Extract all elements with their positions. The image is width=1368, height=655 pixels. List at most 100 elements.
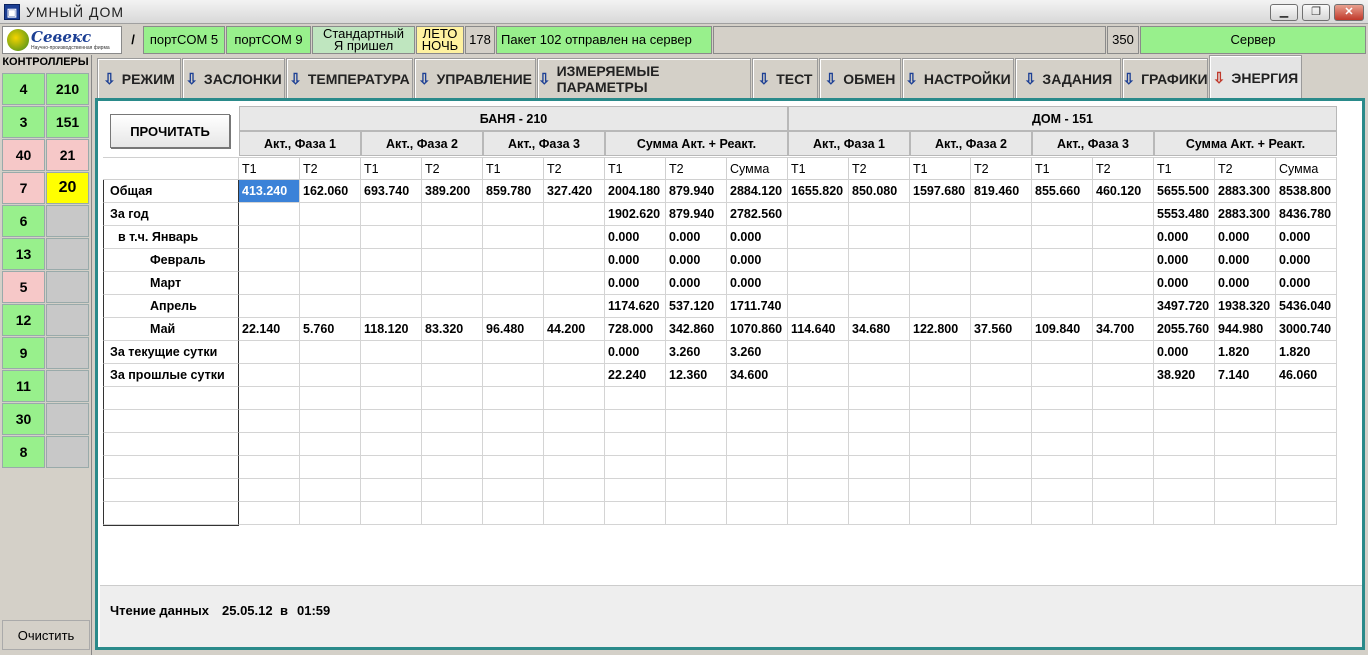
table-cell[interactable] xyxy=(300,456,361,479)
controller-row[interactable]: 3 151 xyxy=(2,106,90,138)
read-button[interactable]: ПРОЧИТАТЬ xyxy=(110,114,230,148)
table-cell[interactable]: 109.840 xyxy=(1032,318,1093,341)
table-cell[interactable] xyxy=(544,433,605,456)
table-cell[interactable] xyxy=(239,479,300,502)
table-cell[interactable] xyxy=(422,433,483,456)
table-cell[interactable] xyxy=(971,479,1032,502)
table-cell[interactable] xyxy=(1032,295,1093,318)
table-cell[interactable]: 96.480 xyxy=(483,318,544,341)
table-cell[interactable] xyxy=(1215,456,1276,479)
table-cell[interactable]: 38.920 xyxy=(1154,364,1215,387)
table-cell[interactable]: 0.000 xyxy=(727,272,788,295)
table-cell[interactable] xyxy=(422,479,483,502)
tab-9[interactable]: ⇩ ЗАДАНИЯ xyxy=(1015,58,1121,98)
table-cell[interactable] xyxy=(788,410,849,433)
table-cell[interactable] xyxy=(849,203,910,226)
table-cell[interactable] xyxy=(666,479,727,502)
table-cell[interactable]: 0.000 xyxy=(1154,341,1215,364)
table-cell[interactable] xyxy=(300,226,361,249)
table-cell[interactable]: 1711.740 xyxy=(727,295,788,318)
table-cell[interactable] xyxy=(422,226,483,249)
table-cell[interactable] xyxy=(544,364,605,387)
table-cell[interactable]: 22.140 xyxy=(239,318,300,341)
table-cell[interactable] xyxy=(910,502,971,525)
table-cell[interactable]: 879.940 xyxy=(666,203,727,226)
table-cell[interactable] xyxy=(239,433,300,456)
table-cell[interactable] xyxy=(971,433,1032,456)
controller-row[interactable]: 13 xyxy=(2,238,90,270)
table-cell[interactable] xyxy=(483,295,544,318)
table-cell[interactable]: 327.420 xyxy=(544,180,605,203)
table-cell[interactable] xyxy=(910,433,971,456)
table-cell[interactable] xyxy=(1032,479,1093,502)
table-cell[interactable] xyxy=(727,387,788,410)
table-cell[interactable] xyxy=(1032,226,1093,249)
table-cell[interactable] xyxy=(788,456,849,479)
table-cell[interactable] xyxy=(605,410,666,433)
table-cell[interactable] xyxy=(849,410,910,433)
close-button[interactable]: ✕ xyxy=(1334,4,1364,21)
table-cell[interactable]: 1597.680 xyxy=(910,180,971,203)
table-cell[interactable] xyxy=(971,387,1032,410)
table-cell[interactable] xyxy=(1093,387,1154,410)
controller-id[interactable]: 6 xyxy=(2,205,45,237)
table-cell[interactable]: 0.000 xyxy=(1276,226,1337,249)
table-cell[interactable]: 3.260 xyxy=(666,341,727,364)
table-cell[interactable] xyxy=(361,456,422,479)
controller-value[interactable]: 20 xyxy=(46,172,89,204)
controller-value[interactable] xyxy=(46,337,89,369)
table-cell[interactable] xyxy=(1032,272,1093,295)
table-cell[interactable] xyxy=(971,226,1032,249)
table-cell[interactable]: 0.000 xyxy=(1276,249,1337,272)
table-cell[interactable] xyxy=(361,203,422,226)
table-cell[interactable] xyxy=(849,341,910,364)
tab-6[interactable]: ⇩ ТЕСТ xyxy=(752,58,818,98)
table-cell[interactable] xyxy=(910,295,971,318)
table-cell[interactable]: 0.000 xyxy=(605,341,666,364)
table-cell[interactable]: 83.320 xyxy=(422,318,483,341)
table-cell[interactable] xyxy=(483,387,544,410)
table-cell[interactable] xyxy=(300,295,361,318)
table-cell[interactable] xyxy=(361,341,422,364)
tab-5[interactable]: ⇩ ИЗМЕРЯЕМЫЕ ПАРАМЕТРЫ xyxy=(537,58,751,98)
table-cell[interactable] xyxy=(727,479,788,502)
tab-11[interactable]: ⇩ ЭНЕРГИЯ xyxy=(1209,55,1302,100)
table-cell[interactable] xyxy=(239,341,300,364)
table-cell[interactable] xyxy=(849,249,910,272)
table-cell[interactable] xyxy=(910,203,971,226)
table-cell[interactable] xyxy=(300,203,361,226)
maximize-button[interactable]: ❐ xyxy=(1302,4,1330,21)
table-cell[interactable] xyxy=(1093,410,1154,433)
table-cell[interactable] xyxy=(605,387,666,410)
table-cell[interactable]: 0.000 xyxy=(1215,249,1276,272)
table-cell[interactable] xyxy=(1154,387,1215,410)
controller-value[interactable] xyxy=(46,370,89,402)
table-cell[interactable] xyxy=(483,433,544,456)
table-cell[interactable]: 22.240 xyxy=(605,364,666,387)
controller-id[interactable]: 8 xyxy=(2,436,45,468)
controller-row[interactable]: 12 xyxy=(2,304,90,336)
table-cell[interactable]: 0.000 xyxy=(727,249,788,272)
table-cell[interactable] xyxy=(1032,387,1093,410)
table-cell[interactable]: 2055.760 xyxy=(1154,318,1215,341)
table-cell[interactable]: 1655.820 xyxy=(788,180,849,203)
table-cell[interactable] xyxy=(300,479,361,502)
table-cell[interactable] xyxy=(788,272,849,295)
table-cell[interactable]: 46.060 xyxy=(1276,364,1337,387)
table-cell[interactable]: 2004.180 xyxy=(605,180,666,203)
table-cell[interactable] xyxy=(361,272,422,295)
table-cell[interactable] xyxy=(300,249,361,272)
table-cell[interactable]: 0.000 xyxy=(666,272,727,295)
tab-2[interactable]: ⇩ ЗАСЛОНКИ xyxy=(182,58,285,98)
controller-row[interactable]: 8 xyxy=(2,436,90,468)
table-cell[interactable]: 37.560 xyxy=(971,318,1032,341)
controller-value[interactable] xyxy=(46,271,89,303)
table-cell[interactable] xyxy=(361,502,422,525)
table-cell[interactable] xyxy=(1093,295,1154,318)
table-cell[interactable]: 0.000 xyxy=(666,226,727,249)
controller-row[interactable]: 6 xyxy=(2,205,90,237)
table-cell[interactable] xyxy=(788,249,849,272)
table-cell[interactable]: 34.600 xyxy=(727,364,788,387)
controller-id[interactable]: 12 xyxy=(2,304,45,336)
table-cell[interactable] xyxy=(788,433,849,456)
